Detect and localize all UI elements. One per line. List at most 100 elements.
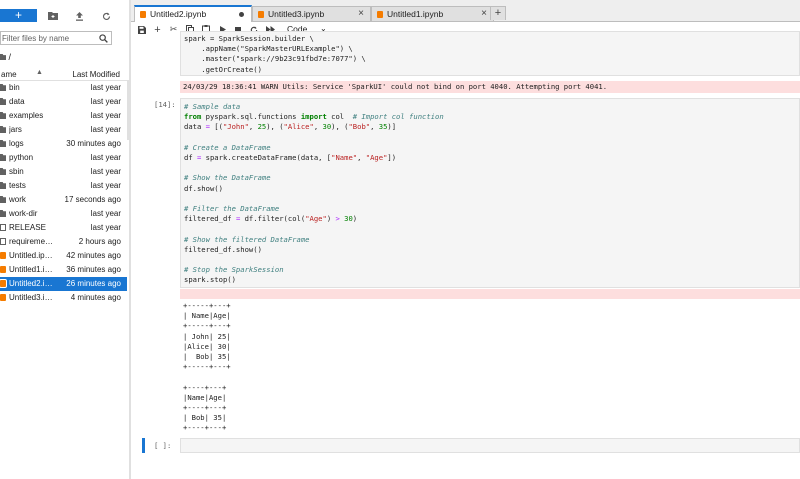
file-name: sbin: [9, 167, 24, 176]
folder-icon: [0, 182, 6, 189]
file-name: examples: [9, 111, 44, 120]
notebook-icon: [377, 11, 383, 18]
active-cell-indicator: [142, 438, 145, 453]
file-modified: last year: [90, 181, 121, 190]
new-launcher-button[interactable]: +: [0, 9, 37, 22]
tab-label: Untitled2.ipynb: [150, 9, 207, 19]
refresh-icon[interactable]: [99, 9, 113, 23]
file-modified: last year: [90, 83, 121, 92]
tab-untitled3[interactable]: Untitled3.ipynb ×: [252, 6, 371, 21]
file-row[interactable]: RELEASE last year: [0, 221, 127, 235]
breadcrumb: /: [0, 52, 11, 62]
save-icon[interactable]: [136, 24, 147, 35]
file-row[interactable]: work 17 seconds ago: [0, 193, 127, 207]
file-modified: 30 minutes ago: [66, 139, 121, 148]
file-modified: last year: [90, 111, 121, 120]
notebook-icon: [0, 252, 6, 259]
notebook-icon: [0, 294, 6, 301]
filter-files-input[interactable]: [1, 32, 94, 44]
file-browser: + / ame ▲ Last Modified binlast yeardata…: [0, 0, 129, 479]
file-row[interactable]: Untitled1.ip... 36 minutes ago: [0, 263, 127, 277]
code-cell-2-editor[interactable]: # Sample data from pyspark.sql.functions…: [180, 98, 800, 288]
dataframe-output-text: +-----+---+ | Name|Age| +-----+---+ | Jo…: [183, 301, 231, 433]
folder-icon: [0, 210, 6, 217]
file-row[interactable]: data last year: [0, 95, 127, 109]
file-modified: last year: [90, 223, 121, 232]
cell-2-prompt: [14]:: [154, 100, 176, 109]
file-row[interactable]: bin last year: [0, 81, 127, 95]
notebook-icon: [0, 266, 6, 273]
file-name: tests: [9, 181, 26, 190]
file-name: work-dir: [9, 209, 38, 218]
file-name: RELEASE: [9, 223, 46, 232]
file-modified: last year: [90, 209, 121, 218]
file-modified: last year: [90, 167, 121, 176]
close-icon[interactable]: ×: [481, 8, 487, 19]
file-name: python: [9, 153, 34, 162]
insert-cell-icon[interactable]: +: [152, 24, 163, 36]
file-icon: [0, 224, 6, 231]
add-tab-icon[interactable]: +: [490, 6, 506, 20]
close-icon[interactable]: ×: [358, 8, 364, 19]
folder-icon: [0, 140, 6, 147]
notebook-icon: [0, 279, 7, 288]
code-cell-1-source[interactable]: spark = SparkSession.builder \ .appName(…: [184, 34, 366, 75]
file-name: logs: [9, 139, 24, 148]
file-modified: 17 seconds ago: [64, 195, 122, 204]
file-row[interactable]: python last year: [0, 151, 127, 165]
folder-icon: [0, 154, 6, 161]
file-modified: 4 minutes ago: [70, 293, 121, 302]
file-list-header: ame ▲ Last Modified: [0, 68, 127, 81]
file-name: Untitled.ipy...: [9, 251, 54, 260]
code-cell-1-editor[interactable]: spark = SparkSession.builder \ .appName(…: [180, 31, 800, 76]
warning-text: 24/03/29 18:36:41 WARN Utils: Service 'S…: [183, 82, 608, 91]
sort-up-icon: ▲: [36, 69, 43, 76]
file-modified: 36 minutes ago: [66, 265, 121, 274]
folder-icon: [0, 168, 6, 175]
file-row[interactable]: sbin last year: [0, 165, 127, 179]
file-row[interactable]: logs 30 minutes ago: [0, 137, 127, 151]
search-icon: [99, 34, 108, 43]
breadcrumb-root[interactable]: /: [9, 52, 12, 62]
file-row[interactable]: Untitled3.ip... 4 minutes ago: [0, 291, 127, 305]
file-row[interactable]: Untitled2.ip... 26 minutes ago: [0, 277, 127, 291]
tab-untitled2[interactable]: Untitled2.ipynb: [134, 5, 252, 22]
file-modified: 42 minutes ago: [66, 251, 121, 260]
file-modified: last year: [90, 97, 121, 106]
file-name: requiremen...: [9, 237, 54, 246]
tab-untitled1[interactable]: Untitled1.ipynb ×: [371, 6, 494, 21]
cell-2-stdout-output: +-----+---+ | Name|Age| +-----+---+ | Jo…: [183, 301, 231, 434]
file-row[interactable]: tests last year: [0, 179, 127, 193]
tab-label: Untitled1.ipynb: [387, 9, 444, 19]
upload-icon[interactable]: [72, 9, 86, 23]
folder-icon: [0, 54, 6, 60]
file-row[interactable]: work-dir last year: [0, 207, 127, 221]
unsaved-dot-icon[interactable]: [239, 12, 244, 17]
file-name: Untitled1.ip...: [9, 265, 54, 274]
notebook-icon: [258, 11, 264, 18]
file-row[interactable]: examples last year: [0, 109, 127, 123]
notebook-panel: spark = SparkSession.builder \ .appName(…: [131, 31, 800, 479]
tab-label: Untitled3.ipynb: [268, 9, 325, 19]
cell-1-stderr-output: 24/03/29 18:36:41 WARN Utils: Service 'S…: [180, 81, 800, 93]
file-name: data: [9, 97, 25, 106]
cut-icon[interactable]: ✂: [168, 24, 179, 35]
tab-bar: Untitled2.ipynb Untitled3.ipynb × Untitl…: [131, 0, 800, 22]
file-row[interactable]: requiremen... 2 hours ago: [0, 235, 127, 249]
file-icon: [0, 238, 6, 245]
file-name: work: [9, 195, 26, 204]
filter-files-field[interactable]: [0, 31, 112, 45]
file-modified: 2 hours ago: [78, 237, 121, 246]
file-modified: last year: [90, 125, 121, 134]
file-row[interactable]: jars last year: [0, 123, 127, 137]
folder-icon: [0, 112, 6, 119]
file-modified: 26 minutes ago: [66, 279, 121, 288]
code-cell-2-source[interactable]: # Sample data from pyspark.sql.functions…: [184, 102, 444, 286]
folder-icon: [0, 84, 6, 91]
file-row[interactable]: Untitled.ipy... 42 minutes ago: [0, 249, 127, 263]
new-folder-icon[interactable]: [46, 9, 60, 23]
code-cell-3-editor[interactable]: [180, 438, 800, 453]
column-name-header[interactable]: ame: [1, 70, 17, 79]
column-modified-header[interactable]: Last Modified: [72, 70, 120, 79]
cell-2-stderr-output: [180, 289, 800, 299]
